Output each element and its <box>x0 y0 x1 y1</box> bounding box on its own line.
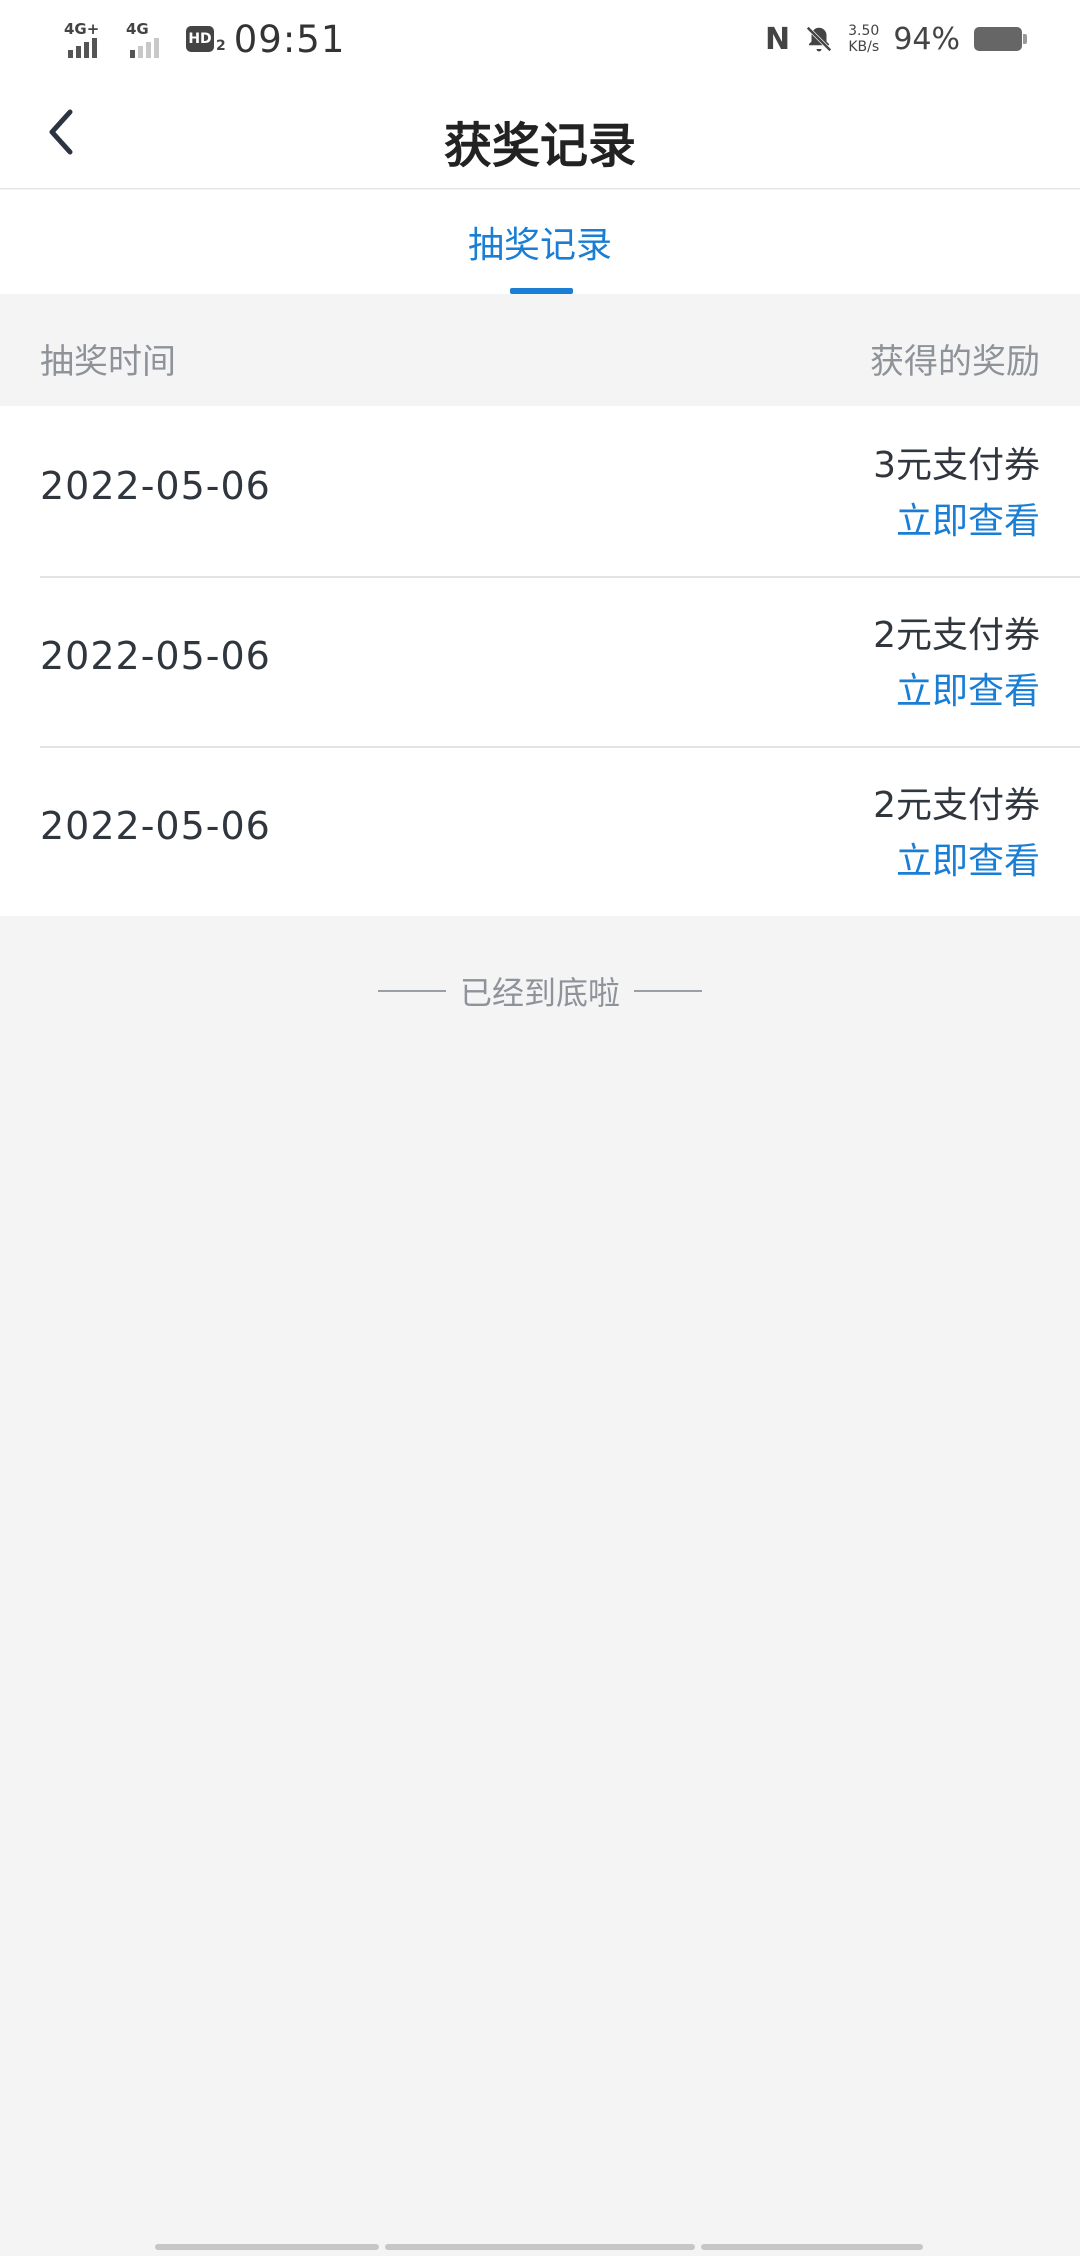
hd-voice-icon: HD <box>186 26 214 52</box>
view-now-link[interactable]: 立即查看 <box>896 832 1040 884</box>
speed-unit: KB/s <box>848 39 880 55</box>
hd-sub-label: 2 <box>216 38 226 54</box>
record-date: 2022-05-06 <box>40 804 271 848</box>
status-right: N 3.50 KB/s 94% <box>765 14 1027 64</box>
battery-icon <box>974 27 1027 51</box>
record-date: 2022-05-06 <box>40 464 271 508</box>
signal-sim1-icon: 4G+ <box>62 16 114 62</box>
divider <box>377 990 446 992</box>
network-speed: 3.50 KB/s <box>848 23 879 55</box>
column-header-reward: 获得的奖励 <box>870 342 1040 382</box>
divider <box>634 990 702 992</box>
record-reward: 2元支付券 <box>873 785 1040 826</box>
list-item: 2022-05-06 3元支付券 立即查看 <box>0 406 1080 576</box>
speed-value: 3.50 <box>848 23 880 39</box>
gesture-bar-center[interactable] <box>385 2244 695 2250</box>
signal-sim2-icon: 4G <box>124 16 176 62</box>
gesture-bar-left <box>155 2244 379 2250</box>
status-left: 4G+ 4G HD 2 09:51 <box>62 14 345 64</box>
column-header-time: 抽奖时间 <box>40 342 176 382</box>
table-header: 抽奖时间 获得的奖励 <box>0 294 1080 406</box>
end-of-list: 已经到底啦 <box>0 968 1080 1014</box>
app-header: 获奖记录 <box>0 80 1080 189</box>
gesture-bar-right <box>701 2244 923 2250</box>
tab-bar: 抽奖记录 <box>0 190 1080 294</box>
sim2-label: 4G <box>126 20 149 38</box>
status-bar: 4G+ 4G HD 2 09:51 N 3.50 KB/s 94% <box>0 0 1080 80</box>
record-reward: 3元支付券 <box>873 445 1040 486</box>
sim1-label: 4G+ <box>64 20 100 38</box>
battery-percent: 94% <box>893 21 960 57</box>
record-list: 2022-05-06 3元支付券 立即查看 2022-05-06 2元支付券 立… <box>0 406 1080 916</box>
record-reward: 2元支付券 <box>873 615 1040 656</box>
view-now-link[interactable]: 立即查看 <box>896 492 1040 544</box>
list-item: 2022-05-06 2元支付券 立即查看 <box>0 576 1080 746</box>
end-of-list-text: 已经到底啦 <box>459 974 620 1012</box>
nfc-icon: N <box>765 21 791 57</box>
mute-bell-icon <box>806 26 832 52</box>
list-item: 2022-05-06 2元支付券 立即查看 <box>0 746 1080 916</box>
view-now-link[interactable]: 立即查看 <box>896 662 1040 714</box>
status-time: 09:51 <box>233 17 346 61</box>
page-title: 获奖记录 <box>443 118 636 174</box>
tab-lottery-record[interactable]: 抽奖记录 <box>0 216 1080 268</box>
record-date: 2022-05-06 <box>40 634 271 678</box>
